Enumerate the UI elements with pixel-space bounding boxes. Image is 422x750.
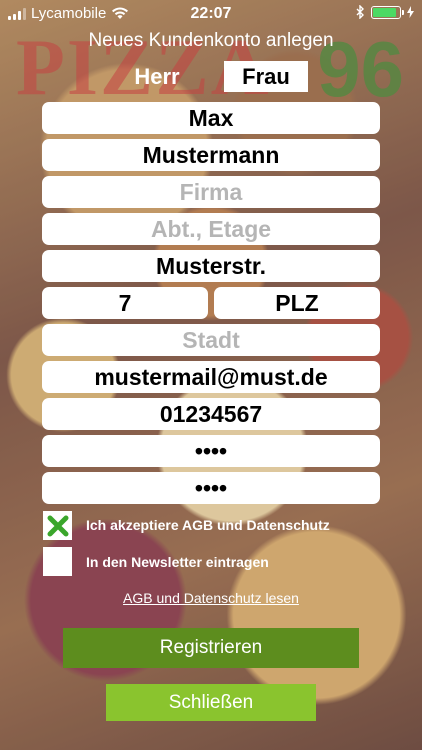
department-field[interactable]: Abt., Etage [42,213,380,245]
newsletter-checkbox[interactable] [43,547,72,576]
terms-checkbox-label: Ich akzeptiere AGB und Datenschutz [86,517,330,533]
battery-icon [371,5,404,19]
status-bar: Lycamobile 22:07 [0,0,422,28]
close-button[interactable]: Schließen [106,684,316,721]
last-name-field[interactable]: Mustermann [42,139,380,171]
page-title: Neues Kundenkonto anlegen [88,30,334,51]
company-field[interactable]: Firma [42,176,380,208]
email-field[interactable]: mustermail@must.de [42,361,380,393]
bluetooth-icon [356,5,364,19]
gender-option-frau[interactable]: Frau [224,61,308,92]
city-field[interactable]: Stadt [42,324,380,356]
terms-checkbox[interactable] [43,511,72,540]
zip-field[interactable]: PLZ [214,287,380,319]
charging-icon [407,6,414,18]
gender-selector: Herr Frau [0,61,422,93]
register-button[interactable]: Registrieren [63,628,359,668]
password-field[interactable]: •••• [42,435,380,467]
password-repeat-field[interactable]: •••• [42,472,380,504]
house-number-field[interactable]: 7 [42,287,208,319]
newsletter-checkbox-label: In den Newsletter eintragen [86,554,269,570]
phone-field[interactable]: 01234567 [42,398,380,430]
check-x-icon [47,515,68,536]
first-name-field[interactable]: Max [42,102,380,134]
terms-link[interactable]: AGB und Datenschutz lesen [0,590,422,606]
gender-option-herr[interactable]: Herr [120,61,194,92]
street-field[interactable]: Musterstr. [42,250,380,282]
